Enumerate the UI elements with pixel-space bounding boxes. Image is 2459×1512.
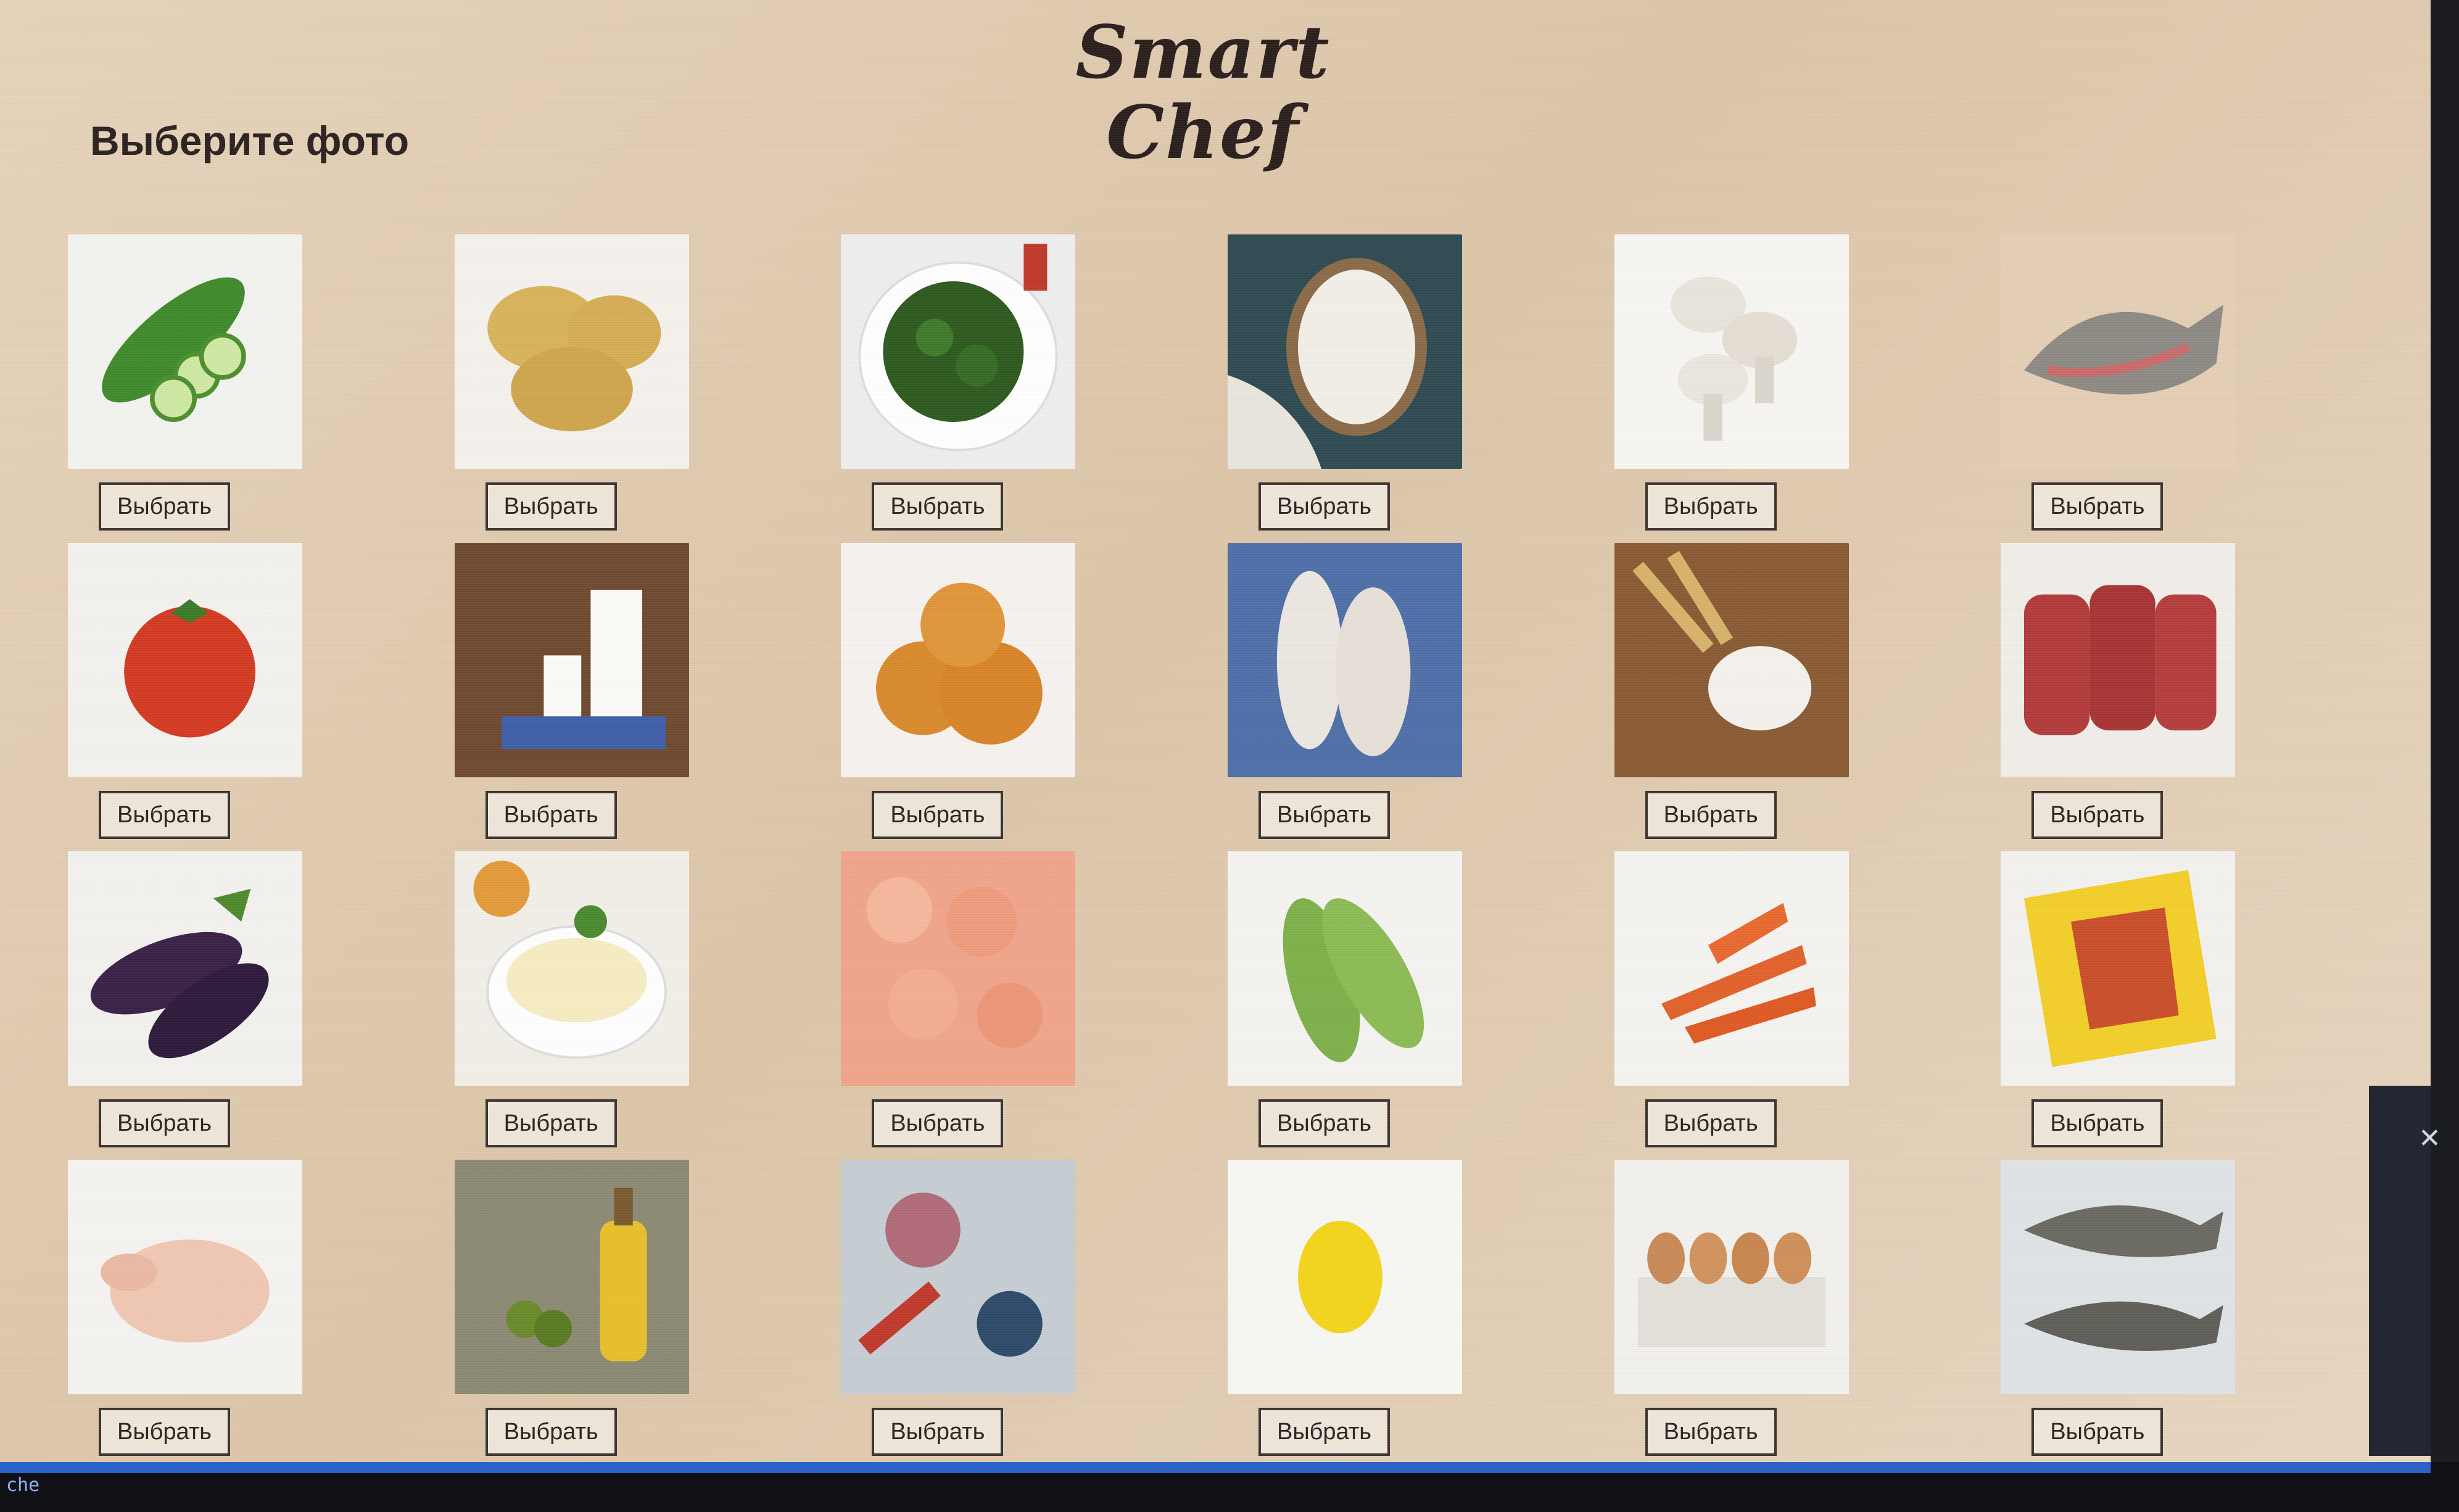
ingredient-card: Выбрать bbox=[1608, 537, 1995, 845]
flour-icon bbox=[1614, 543, 1849, 777]
milk-icon bbox=[454, 543, 689, 777]
ingredient-card: Выбрать bbox=[1994, 845, 2381, 1154]
ingredient-card: Выбрать bbox=[1608, 845, 1995, 1154]
eggplant-icon bbox=[68, 851, 302, 1086]
ingredient-card: Выбрать bbox=[1608, 1154, 1995, 1462]
cod-icon bbox=[2001, 1160, 2236, 1394]
ingredient-card: Выбрать bbox=[448, 537, 835, 845]
ingredient-card: Выбрать bbox=[835, 845, 1221, 1154]
status-bar bbox=[0, 1462, 2431, 1473]
potato-icon bbox=[454, 234, 689, 469]
ingredient-card: Выбрать bbox=[1608, 228, 1995, 537]
close-icon[interactable]: ✕ bbox=[2418, 1123, 2441, 1154]
select-button[interactable]: Выбрать bbox=[1258, 482, 1391, 531]
ingredient-card: Выбрать bbox=[835, 1154, 1221, 1462]
select-button[interactable]: Выбрать bbox=[99, 791, 231, 839]
ingredient-card: Выбрать bbox=[448, 228, 835, 537]
select-button[interactable]: Выбрать bbox=[1645, 1408, 1777, 1456]
select-button[interactable]: Выбрать bbox=[1645, 791, 1777, 839]
select-button[interactable]: Выбрать bbox=[99, 482, 231, 531]
browser-viewport: Smart Chef Выберите фото Выбрать Выбрать… bbox=[0, 0, 2431, 1462]
select-button[interactable]: Выбрать bbox=[872, 482, 1004, 531]
ingredient-card: Выбрать bbox=[1221, 845, 1608, 1154]
select-button[interactable]: Выбрать bbox=[1258, 1408, 1391, 1456]
trout-icon bbox=[2001, 234, 2236, 469]
ingredient-card: Выбрать bbox=[1221, 537, 1608, 845]
chicken-icon bbox=[68, 1160, 302, 1394]
select-button[interactable]: Выбрать bbox=[872, 791, 1004, 839]
ingredient-card: Выбрать bbox=[1221, 1154, 1608, 1462]
beef-icon bbox=[2001, 543, 2236, 777]
select-button[interactable]: Выбрать bbox=[99, 1408, 231, 1456]
select-button[interactable]: Выбрать bbox=[485, 1408, 617, 1456]
ingredient-card: Выбрать bbox=[62, 1154, 448, 1462]
select-button[interactable]: Выбрать bbox=[872, 1408, 1004, 1456]
ingredient-card: Выбрать bbox=[62, 228, 448, 537]
ingredient-card: Выбрать bbox=[1994, 228, 2381, 537]
select-button[interactable]: Выбрать bbox=[1258, 1099, 1391, 1147]
ingredient-card: Выбрать bbox=[1994, 1154, 2381, 1462]
seafood-icon bbox=[841, 1160, 1076, 1394]
select-button[interactable]: Выбрать bbox=[1258, 791, 1391, 839]
ingredient-card: Выбрать bbox=[1994, 537, 2381, 845]
mushroom-icon bbox=[1614, 234, 1849, 469]
select-button[interactable]: Выбрать bbox=[485, 482, 617, 531]
eggs-icon bbox=[1614, 1160, 1849, 1394]
ingredient-grid: Выбрать Выбрать Выбрать Выбрать Выбрать … bbox=[62, 228, 2381, 1462]
select-button[interactable]: Выбрать bbox=[2031, 1099, 2164, 1147]
taskbar-label: che bbox=[6, 1474, 40, 1496]
olive-oil-icon bbox=[454, 1160, 689, 1394]
ingredient-card: Выбрать bbox=[448, 845, 835, 1154]
select-button[interactable]: Выбрать bbox=[485, 791, 617, 839]
select-button[interactable]: Выбрать bbox=[872, 1099, 1004, 1147]
select-button[interactable]: Выбрать bbox=[485, 1099, 617, 1147]
pasta-icon bbox=[2001, 851, 2236, 1086]
carrot-icon bbox=[1614, 851, 1849, 1086]
mayonnaise-icon bbox=[454, 851, 689, 1086]
zucchini-icon bbox=[1228, 851, 1462, 1086]
select-button[interactable]: Выбрать bbox=[99, 1099, 231, 1147]
tomato-icon bbox=[68, 543, 302, 777]
fish-fillet-icon bbox=[1228, 543, 1462, 777]
greens-icon bbox=[841, 234, 1076, 469]
select-button[interactable]: Выбрать bbox=[1645, 1099, 1777, 1147]
select-button[interactable]: Выбрать bbox=[2031, 482, 2164, 531]
ingredient-card: Выбрать bbox=[835, 228, 1221, 537]
ingredient-card: Выбрать bbox=[62, 537, 448, 845]
taskbar: che bbox=[0, 1462, 2459, 1512]
cucumber-icon bbox=[68, 234, 302, 469]
ingredient-card: Выбрать bbox=[835, 537, 1221, 845]
ingredient-card: Выбрать bbox=[62, 845, 448, 1154]
lemon-icon bbox=[1228, 1160, 1462, 1394]
page-title: Выберите фото bbox=[90, 118, 410, 163]
select-button[interactable]: Выбрать bbox=[2031, 1408, 2164, 1456]
ingredient-card: Выбрать bbox=[1221, 228, 1608, 537]
shrimp-icon bbox=[841, 851, 1076, 1086]
select-button[interactable]: Выбрать bbox=[2031, 791, 2164, 839]
brand-logo: Smart Chef bbox=[1075, 9, 1331, 175]
ingredient-card: Выбрать bbox=[448, 1154, 835, 1462]
select-button[interactable]: Выбрать bbox=[1645, 482, 1777, 531]
onion-icon bbox=[841, 543, 1076, 777]
rice-icon bbox=[1228, 234, 1462, 469]
